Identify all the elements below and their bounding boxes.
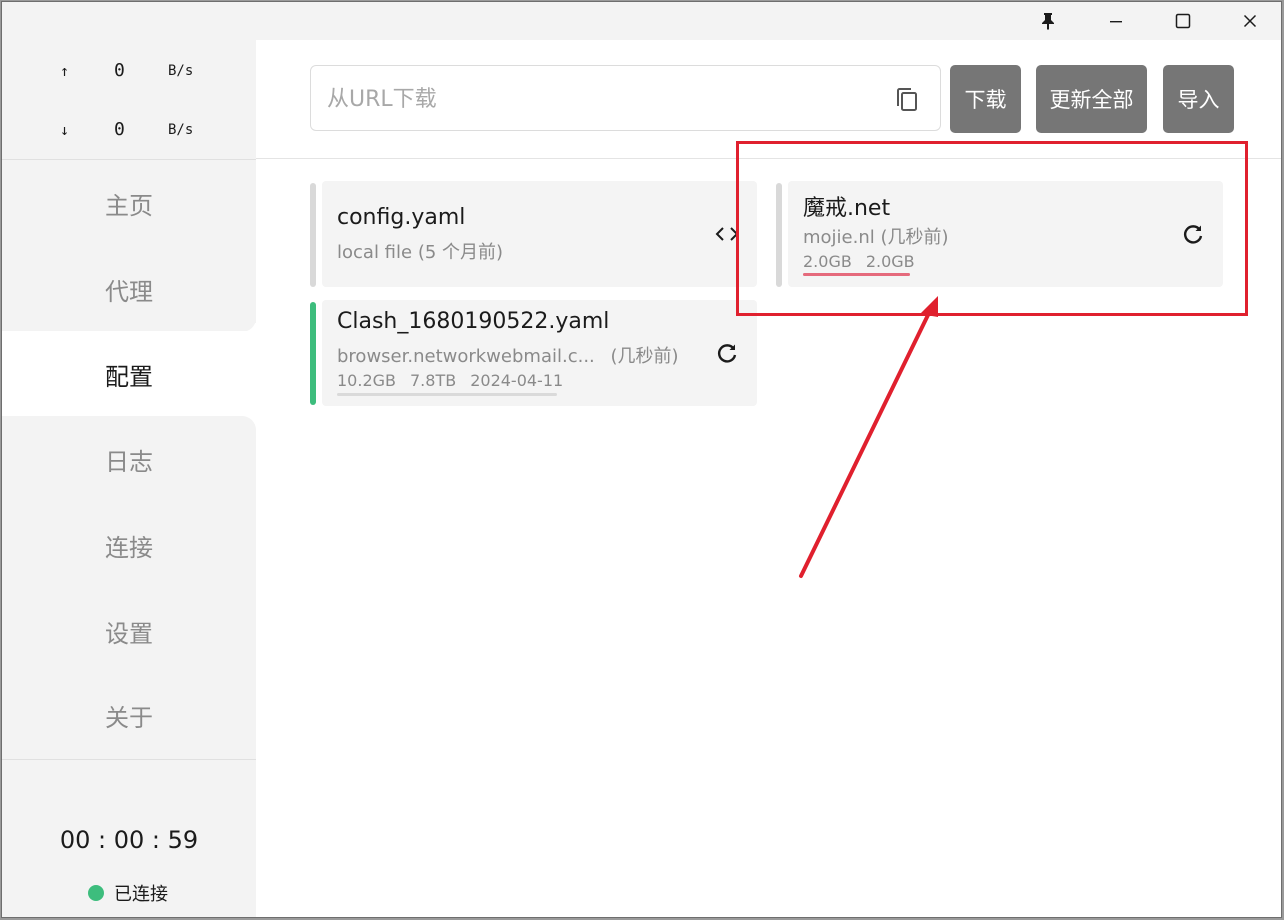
code-icon[interactable] bbox=[714, 221, 740, 247]
profile-source: local file (5 个月前) bbox=[337, 238, 503, 264]
close-icon[interactable] bbox=[1216, 2, 1281, 40]
profile-source-text: browser.networkwebmail.c... bbox=[337, 346, 595, 367]
import-button[interactable]: 导入 bbox=[1163, 65, 1234, 133]
sidebar-item-logs[interactable]: 日志 bbox=[2, 416, 256, 502]
sidebar: ↑ 0 B/s ↓ 0 B/s 主页 代理 配置 日志 连接 设置 关于 00 … bbox=[2, 40, 256, 917]
refresh-icon[interactable] bbox=[1180, 221, 1206, 247]
copy-icon[interactable] bbox=[894, 86, 920, 114]
profile-source: mojie.nl (几秒前) bbox=[803, 223, 949, 249]
profile-total: 7.8TB bbox=[410, 371, 457, 390]
status-label: 已连接 bbox=[114, 884, 168, 905]
upload-value: 0 bbox=[114, 60, 125, 81]
profile-stats: 2.0GB 2.0GB bbox=[803, 252, 929, 271]
profile-indicator bbox=[310, 183, 316, 287]
download-speed: ↓ 0 B/s bbox=[2, 115, 256, 145]
sidebar-item-settings[interactable]: 设置 bbox=[2, 588, 256, 674]
profile-name: config.yaml bbox=[337, 205, 466, 230]
profile-name: 魔戒.net bbox=[803, 196, 891, 221]
profile-card-clash[interactable]: Clash_1680190522.yaml browser.networkweb… bbox=[322, 300, 757, 406]
toolbar-divider bbox=[256, 158, 1281, 159]
download-value: 0 bbox=[114, 119, 125, 140]
upload-speed: ↑ 0 B/s bbox=[2, 56, 256, 86]
maximize-icon[interactable] bbox=[1149, 2, 1216, 40]
url-download-field[interactable] bbox=[310, 65, 941, 131]
profile-stats: 10.2GB 7.8TB 2024-04-11 bbox=[337, 371, 577, 390]
download-arrow-icon: ↓ bbox=[60, 121, 70, 139]
minimize-icon[interactable] bbox=[1082, 2, 1149, 40]
usage-bar-track bbox=[337, 393, 557, 396]
upload-unit: B/s bbox=[168, 63, 194, 79]
usage-bar-fill bbox=[803, 273, 910, 276]
update-all-button[interactable]: 更新全部 bbox=[1036, 65, 1147, 133]
sidebar-item-proxy[interactable]: 代理 bbox=[2, 246, 256, 332]
title-bar bbox=[2, 2, 1281, 40]
status-dot-icon bbox=[88, 885, 104, 901]
sidebar-item-profiles[interactable]: 配置 bbox=[2, 331, 256, 417]
profile-active-indicator bbox=[310, 302, 316, 405]
sidebar-item-home[interactable]: 主页 bbox=[2, 160, 256, 246]
profile-indicator bbox=[776, 183, 782, 287]
sidebar-bottom-divider bbox=[2, 759, 256, 760]
url-input[interactable] bbox=[325, 80, 869, 118]
download-button[interactable]: 下载 bbox=[950, 65, 1021, 133]
refresh-icon[interactable] bbox=[714, 340, 740, 366]
profile-used: 2.0GB bbox=[803, 252, 852, 271]
profile-card-config[interactable]: config.yaml local file (5 个月前) bbox=[322, 181, 757, 287]
profile-card-mojie[interactable]: 魔戒.net mojie.nl (几秒前) 2.0GB 2.0GB bbox=[788, 181, 1223, 287]
download-unit: B/s bbox=[168, 122, 194, 138]
connection-timer: 00 : 00 : 59 bbox=[59, 826, 199, 854]
main-panel: 下载 更新全部 导入 config.yaml local file (5 个月前… bbox=[256, 40, 1281, 917]
sidebar-item-connections[interactable]: 连接 bbox=[2, 502, 256, 588]
connection-status: 已连接 bbox=[88, 880, 168, 906]
app-window: ↑ 0 B/s ↓ 0 B/s 主页 代理 配置 日志 连接 设置 关于 00 … bbox=[1, 1, 1282, 918]
upload-arrow-icon: ↑ bbox=[60, 62, 70, 80]
profile-source-text: mojie.nl bbox=[803, 227, 875, 248]
sidebar-item-about[interactable]: 关于 bbox=[2, 672, 256, 758]
profile-updated-time: (几秒前) bbox=[610, 346, 679, 367]
profile-name: Clash_1680190522.yaml bbox=[337, 309, 610, 334]
profile-expire-date: 2024-04-11 bbox=[470, 371, 564, 390]
profile-updated-time: (5 个月前) bbox=[417, 242, 504, 263]
profile-updated-time: (几秒前) bbox=[880, 227, 949, 248]
profile-total: 2.0GB bbox=[865, 252, 915, 271]
profile-source-text: local file bbox=[337, 242, 413, 263]
profile-source: browser.networkwebmail.c... (几秒前) bbox=[337, 342, 679, 368]
pin-icon[interactable] bbox=[1014, 2, 1081, 40]
profile-used: 10.2GB bbox=[337, 371, 396, 390]
